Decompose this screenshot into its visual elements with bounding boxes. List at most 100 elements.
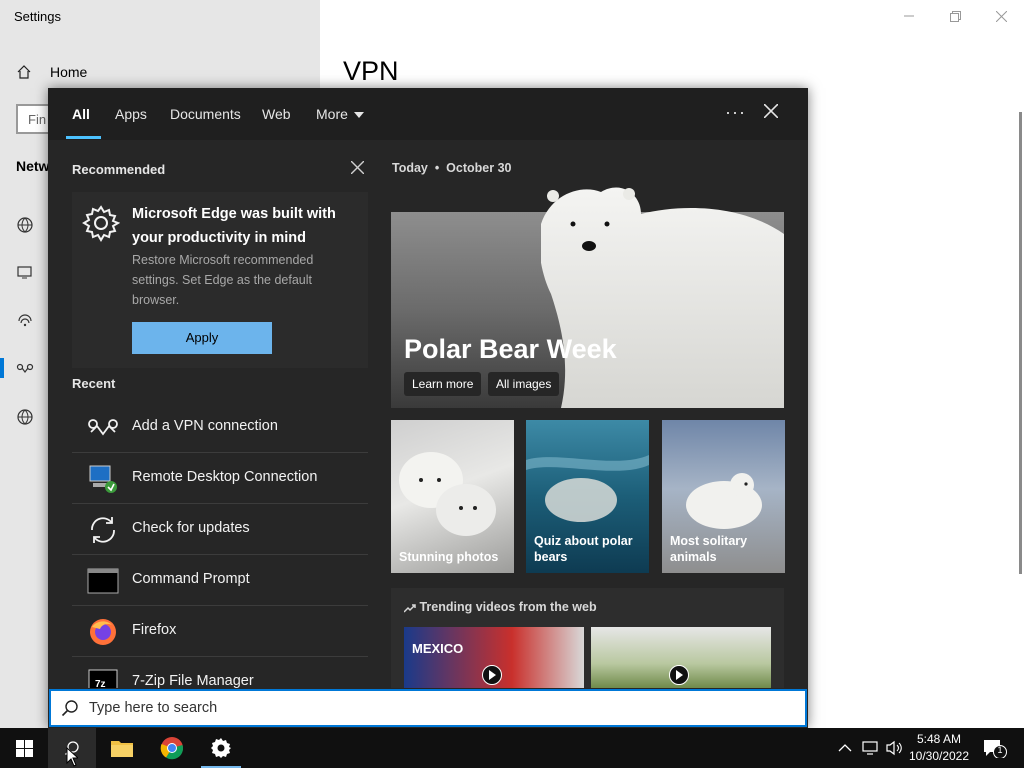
vpn-nav-icon[interactable]	[16, 360, 34, 378]
recent-item-remote-desktop[interactable]: Remote Desktop Connection	[72, 453, 368, 504]
ethernet-icon[interactable]	[16, 264, 34, 282]
command-prompt-icon	[86, 565, 120, 597]
tab-all[interactable]: All	[72, 106, 90, 122]
restore-button[interactable]	[932, 0, 978, 32]
play-icon[interactable]	[669, 665, 689, 685]
search-tabs: All Apps Documents Web More ···	[48, 88, 808, 140]
show-hidden-icons-button[interactable]	[838, 728, 852, 768]
tab-documents[interactable]: Documents	[170, 106, 241, 122]
recent-item-check-updates[interactable]: Check for updates	[72, 504, 368, 555]
network-icon	[862, 741, 878, 755]
tab-web[interactable]: Web	[262, 106, 291, 122]
nav-home[interactable]: Home	[16, 64, 87, 80]
gear-icon	[82, 204, 121, 247]
section-label: Netw	[16, 158, 50, 174]
chrome-icon	[160, 737, 184, 760]
gear-icon	[211, 738, 231, 758]
close-icon	[350, 160, 365, 175]
close-window-button[interactable]	[978, 0, 1024, 32]
chevron-up-icon	[838, 744, 852, 752]
close-icon	[995, 10, 1007, 22]
refresh-icon	[86, 514, 120, 546]
apply-button[interactable]: Apply	[132, 322, 272, 354]
recent-item-command-prompt[interactable]: Command Prompt	[72, 555, 368, 606]
settings-taskbar-button[interactable]	[197, 728, 245, 768]
action-center-button[interactable]: 1	[982, 738, 1008, 763]
proxy-globe-icon[interactable]	[16, 408, 34, 426]
notification-count: 1	[997, 745, 1003, 755]
settings-title: Settings	[14, 9, 61, 24]
tile-label: Most solitary animals	[670, 534, 748, 564]
recommended-header: Recommended	[72, 162, 166, 177]
tile-quiz-polar-bears[interactable]: Quiz about polar bears	[526, 420, 649, 573]
recent-item-label: Command Prompt	[132, 571, 250, 587]
tab-more[interactable]: More	[316, 106, 364, 122]
close-search-button[interactable]	[763, 100, 779, 122]
all-images-button[interactable]: All images	[488, 372, 560, 396]
dismiss-recommended-button[interactable]	[350, 160, 365, 177]
start-button[interactable]	[0, 728, 48, 768]
tile-stunning-photos[interactable]: Stunning photos	[391, 420, 514, 573]
active-tab-indicator	[66, 136, 101, 139]
recent-item-label: Remote Desktop Connection	[132, 469, 318, 485]
recent-item-firefox[interactable]: Firefox	[72, 606, 368, 657]
today-line: Today • October 30	[392, 161, 511, 175]
hero-card[interactable]: Polar Bear Week Learn more All images	[391, 187, 784, 408]
play-icon[interactable]	[482, 665, 502, 685]
clock[interactable]: 5:48 AM 10/30/2022	[906, 731, 972, 765]
scrollbar[interactable]	[1019, 112, 1022, 574]
video-thumbnail-1[interactable]: MEXICO	[404, 627, 584, 688]
search-input[interactable]	[89, 691, 789, 725]
taskbar: 5:48 AM 10/30/2022 1	[0, 728, 1024, 768]
video-thumbnail-2[interactable]	[591, 627, 771, 688]
svg-text:7z: 7z	[95, 679, 106, 688]
recent-list: Add a VPN connection Remote Desktop Conn…	[72, 402, 368, 688]
vpn-icon	[86, 412, 120, 444]
remote-desktop-icon	[86, 463, 120, 495]
recent-item-label: 7-Zip File Manager	[132, 673, 254, 688]
learn-more-button[interactable]: Learn more	[404, 372, 482, 396]
recent-item-label: Check for updates	[132, 520, 250, 536]
dialup-icon[interactable]	[16, 312, 34, 330]
hero-title: Polar Bear Week	[404, 334, 617, 364]
recent-item-vpn[interactable]: Add a VPN connection	[72, 402, 368, 453]
file-explorer-button[interactable]	[98, 728, 146, 768]
recommended-title: Microsoft Edge was built with your produ…	[132, 206, 336, 246]
recent-item-label: Add a VPN connection	[132, 418, 278, 434]
notification-icon	[984, 740, 1007, 759]
trending-videos-card: Trending videos from the web MEXICO	[391, 588, 784, 688]
firefox-icon	[86, 616, 120, 648]
search-panel: All Apps Documents Web More ··· Recommen…	[48, 88, 808, 728]
recommended-card: Microsoft Edge was built with your produ…	[72, 192, 368, 368]
chrome-button[interactable]	[148, 728, 196, 768]
clock-time: 5:48 AM	[916, 732, 962, 746]
tile-solitary-animals[interactable]: Most solitary animals	[662, 420, 785, 573]
folder-icon	[111, 741, 133, 757]
clock-date: 10/30/2022	[908, 749, 970, 763]
seven-zip-icon: 7z	[86, 667, 120, 688]
network-status-icon[interactable]	[16, 216, 34, 234]
bullet-separator: •	[431, 161, 447, 175]
video-overlay-text: MEXICO	[412, 641, 464, 656]
search-box[interactable]	[49, 689, 807, 727]
search-icon	[61, 699, 79, 722]
minimize-button[interactable]	[886, 0, 932, 32]
tab-apps[interactable]: Apps	[115, 106, 147, 122]
tile-label: Stunning photos	[399, 550, 499, 564]
network-tray-icon[interactable]	[862, 728, 880, 768]
minimize-icon	[904, 15, 914, 17]
mouse-cursor-icon	[66, 747, 78, 767]
more-options-icon[interactable]: ···	[725, 102, 746, 123]
trending-icon	[403, 603, 416, 613]
polar-bear-image	[541, 187, 784, 408]
recent-item-7zip[interactable]: 7z 7-Zip File Manager	[72, 657, 368, 688]
caret-down-icon	[353, 112, 364, 119]
windows-logo-icon	[15, 739, 33, 757]
restore-icon	[949, 10, 961, 22]
page-title: VPN	[343, 56, 399, 86]
trending-title-text: Trending videos from the web	[419, 600, 597, 614]
home-label: Home	[50, 64, 88, 80]
tab-more-label: More	[316, 106, 348, 122]
speaker-icon	[886, 740, 902, 756]
volume-tray-icon[interactable]	[885, 728, 903, 768]
